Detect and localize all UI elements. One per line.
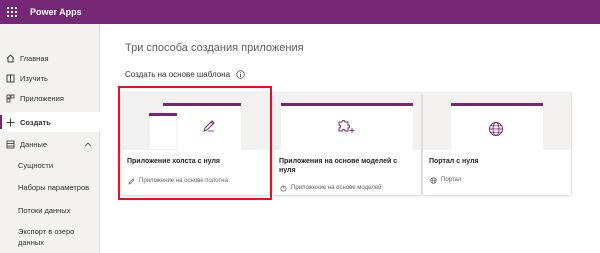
sidebar-item-label: Данные: [20, 139, 48, 149]
page-title: Три способа создания приложения: [125, 42, 304, 54]
card-title: Приложения на основе моделей с нуля: [279, 158, 398, 174]
sidebar-item-label: Создать: [20, 117, 51, 127]
sidebar-subitem-option-sets[interactable]: Наборы параметров: [18, 182, 98, 193]
app-name[interactable]: Power Apps: [30, 7, 82, 17]
globe-icon: [488, 121, 504, 142]
home-icon: [5, 53, 15, 63]
highlight-box: [118, 86, 272, 200]
sidebar-subitem-dataflows[interactable]: Потоки данных: [18, 205, 98, 216]
card-preview: [273, 93, 421, 150]
section-label: Создать на основе шаблона: [125, 70, 231, 79]
card-meta-label: Приложение на основе моделей: [291, 185, 382, 191]
puzzle-plus-icon: [337, 118, 355, 139]
sidebar-item-create[interactable]: Создать: [0, 112, 100, 132]
template-card-portal[interactable]: Портал с нуля Портал: [423, 93, 571, 195]
card-preview: [423, 93, 571, 150]
info-icon[interactable]: [236, 70, 245, 79]
sidebar-item-learn[interactable]: Изучить: [0, 68, 100, 88]
top-bar: Power Apps: [0, 0, 600, 24]
card-meta: Приложение на основе моделей: [279, 184, 381, 192]
sidebar-item-data[interactable]: Данные: [0, 134, 100, 154]
template-card-model-driven[interactable]: Приложения на основе моделей с нуля Прил…: [273, 93, 421, 195]
sidebar-item-apps[interactable]: Приложения: [0, 88, 100, 108]
sidebar-item-label: Главная: [20, 53, 49, 63]
waffle-icon: [7, 7, 17, 17]
sidebar-item-label: Изучить: [20, 73, 48, 83]
table-icon: [5, 139, 15, 149]
sidebar-subitem-entities[interactable]: Сущности: [18, 160, 98, 171]
globe-small-icon: [429, 176, 437, 184]
apps-icon: [5, 93, 15, 103]
card-title: Портал с нуля: [429, 158, 479, 165]
sidebar-item-home[interactable]: Главная: [0, 48, 100, 68]
card-meta: Портал: [429, 176, 461, 184]
sidebar-subitem-export-data-lake[interactable]: Экспорт в озеро данных: [18, 226, 98, 248]
chevron-up-icon[interactable]: [84, 140, 92, 149]
plus-icon: [5, 117, 15, 127]
card-meta-label: Портал: [441, 177, 462, 183]
sidebar-item-label: Приложения: [20, 93, 64, 103]
app-launcher-button[interactable]: [0, 0, 24, 24]
section-heading: Создать на основе шаблона: [125, 70, 245, 79]
sidebar: Главная Изучить Приложения Создать Данны…: [0, 24, 100, 253]
book-icon: [5, 73, 15, 83]
model-icon: [279, 184, 287, 192]
